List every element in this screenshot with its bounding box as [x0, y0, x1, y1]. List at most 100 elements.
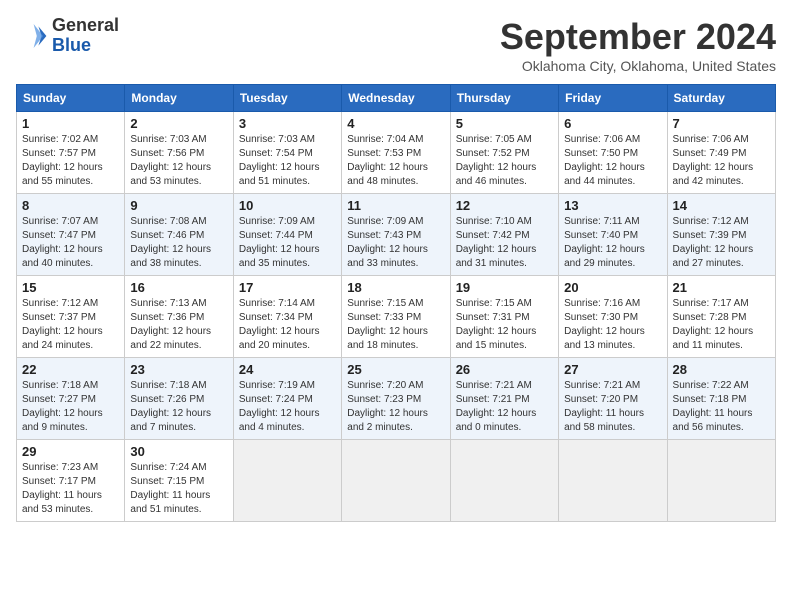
weekday-header-monday: Monday	[125, 85, 233, 112]
calendar-cell: 24Sunrise: 7:19 AM Sunset: 7:24 PM Dayli…	[233, 358, 341, 440]
title-block: September 2024 Oklahoma City, Oklahoma, …	[500, 16, 776, 74]
day-number: 6	[564, 116, 661, 131]
calendar-cell: 27 Sunrise: 7:21 AM Sunset: 7:20 PM Dayli…	[559, 358, 667, 440]
calendar-cell: 23 Sunrise: 7:18 AM Sunset: 7:26 PM Dayli…	[125, 358, 233, 440]
day-info: Sunrise: 7:24 AM Sunset: 7:15 PM Dayligh…	[130, 461, 227, 517]
calendar-cell: 10 Sunrise: 7:09 AM Sunset: 7:44 PM Dayli…	[233, 194, 341, 276]
calendar-cell: 22Sunrise: 7:18 AM Sunset: 7:27 PM Dayli…	[17, 358, 125, 440]
calendar-week-1: 1 Sunrise: 7:02 AM Sunset: 7:57 PM Daylig…	[17, 112, 776, 194]
day-info: Sunrise: 7:08 AM Sunset: 7:46 PM Dayligh…	[130, 215, 227, 271]
day-number: 19	[456, 280, 553, 295]
day-number: 1	[22, 116, 119, 131]
day-info: Sunrise: 7:13 AM Sunset: 7:36 PM Dayligh…	[130, 297, 227, 353]
calendar-cell: 8Sunrise: 7:07 AM Sunset: 7:47 PM Daylig…	[17, 194, 125, 276]
calendar-cell: 1 Sunrise: 7:02 AM Sunset: 7:57 PM Daylig…	[17, 112, 125, 194]
calendar-cell	[342, 440, 450, 522]
calendar-week-4: 22Sunrise: 7:18 AM Sunset: 7:27 PM Dayli…	[17, 358, 776, 440]
calendar-cell: 21 Sunrise: 7:17 AM Sunset: 7:28 PM Dayli…	[667, 276, 775, 358]
day-info: Sunrise: 7:09 AM Sunset: 7:43 PM Dayligh…	[347, 215, 444, 271]
day-info: Sunrise: 7:02 AM Sunset: 7:57 PM Dayligh…	[22, 133, 119, 189]
day-info: Sunrise: 7:09 AM Sunset: 7:44 PM Dayligh…	[239, 215, 336, 271]
calendar-cell: 26 Sunrise: 7:21 AM Sunset: 7:21 PM Dayli…	[450, 358, 558, 440]
day-info: Sunrise: 7:07 AM Sunset: 7:47 PM Dayligh…	[22, 215, 119, 271]
day-number: 4	[347, 116, 444, 131]
day-number: 13	[564, 198, 661, 213]
day-info: Sunrise: 7:17 AM Sunset: 7:28 PM Dayligh…	[673, 297, 770, 353]
day-info: Sunrise: 7:12 AM Sunset: 7:39 PM Dayligh…	[673, 215, 770, 271]
calendar-cell: 14 Sunrise: 7:12 AM Sunset: 7:39 PM Dayli…	[667, 194, 775, 276]
day-number: 7	[673, 116, 770, 131]
weekday-header-saturday: Saturday	[667, 85, 775, 112]
weekday-header-thursday: Thursday	[450, 85, 558, 112]
day-number: 23	[130, 362, 227, 377]
day-number: 28	[673, 362, 770, 377]
day-info: Sunrise: 7:18 AM Sunset: 7:26 PM Dayligh…	[130, 379, 227, 435]
calendar-cell: 18 Sunrise: 7:15 AM Sunset: 7:33 PM Dayli…	[342, 276, 450, 358]
calendar-cell	[233, 440, 341, 522]
day-info: Sunrise: 7:21 AM Sunset: 7:20 PM Dayligh…	[564, 379, 661, 435]
day-info: Sunrise: 7:20 AM Sunset: 7:23 PM Dayligh…	[347, 379, 444, 435]
day-number: 5	[456, 116, 553, 131]
calendar-cell: 9 Sunrise: 7:08 AM Sunset: 7:46 PM Daylig…	[125, 194, 233, 276]
logo-text: General Blue	[52, 16, 119, 56]
day-number: 18	[347, 280, 444, 295]
day-info: Sunrise: 7:10 AM Sunset: 7:42 PM Dayligh…	[456, 215, 553, 271]
calendar-cell: 11 Sunrise: 7:09 AM Sunset: 7:43 PM Dayli…	[342, 194, 450, 276]
day-number: 9	[130, 198, 227, 213]
day-info: Sunrise: 7:21 AM Sunset: 7:21 PM Dayligh…	[456, 379, 553, 435]
calendar-cell: 13 Sunrise: 7:11 AM Sunset: 7:40 PM Dayli…	[559, 194, 667, 276]
day-number: 24	[239, 362, 336, 377]
calendar-cell: 15Sunrise: 7:12 AM Sunset: 7:37 PM Dayli…	[17, 276, 125, 358]
day-number: 22	[22, 362, 119, 377]
page-header: General Blue September 2024 Oklahoma Cit…	[16, 16, 776, 74]
day-info: Sunrise: 7:22 AM Sunset: 7:18 PM Dayligh…	[673, 379, 770, 435]
logo-icon	[16, 20, 48, 52]
day-info: Sunrise: 7:12 AM Sunset: 7:37 PM Dayligh…	[22, 297, 119, 353]
location: Oklahoma City, Oklahoma, United States	[500, 58, 776, 74]
day-info: Sunrise: 7:15 AM Sunset: 7:33 PM Dayligh…	[347, 297, 444, 353]
day-info: Sunrise: 7:23 AM Sunset: 7:17 PM Dayligh…	[22, 461, 119, 517]
day-number: 25	[347, 362, 444, 377]
day-info: Sunrise: 7:16 AM Sunset: 7:30 PM Dayligh…	[564, 297, 661, 353]
calendar-cell: 16 Sunrise: 7:13 AM Sunset: 7:36 PM Dayli…	[125, 276, 233, 358]
calendar-cell: 6 Sunrise: 7:06 AM Sunset: 7:50 PM Daylig…	[559, 112, 667, 194]
day-number: 10	[239, 198, 336, 213]
day-info: Sunrise: 7:05 AM Sunset: 7:52 PM Dayligh…	[456, 133, 553, 189]
calendar-cell	[450, 440, 558, 522]
day-number: 14	[673, 198, 770, 213]
day-number: 27	[564, 362, 661, 377]
calendar-cell: 12 Sunrise: 7:10 AM Sunset: 7:42 PM Dayli…	[450, 194, 558, 276]
day-number: 21	[673, 280, 770, 295]
logo: General Blue	[16, 16, 119, 56]
day-number: 11	[347, 198, 444, 213]
day-info: Sunrise: 7:11 AM Sunset: 7:40 PM Dayligh…	[564, 215, 661, 271]
weekday-header-sunday: Sunday	[17, 85, 125, 112]
day-info: Sunrise: 7:03 AM Sunset: 7:54 PM Dayligh…	[239, 133, 336, 189]
day-number: 20	[564, 280, 661, 295]
day-number: 26	[456, 362, 553, 377]
day-info: Sunrise: 7:06 AM Sunset: 7:50 PM Dayligh…	[564, 133, 661, 189]
calendar-cell: 7 Sunrise: 7:06 AM Sunset: 7:49 PM Daylig…	[667, 112, 775, 194]
calendar-cell: 2Sunrise: 7:03 AM Sunset: 7:56 PM Daylig…	[125, 112, 233, 194]
calendar-week-3: 15Sunrise: 7:12 AM Sunset: 7:37 PM Dayli…	[17, 276, 776, 358]
weekday-header-wednesday: Wednesday	[342, 85, 450, 112]
calendar-cell: 25 Sunrise: 7:20 AM Sunset: 7:23 PM Dayli…	[342, 358, 450, 440]
calendar-table: SundayMondayTuesdayWednesdayThursdayFrid…	[16, 84, 776, 522]
calendar-cell	[667, 440, 775, 522]
day-number: 29	[22, 444, 119, 459]
calendar-cell: 29 Sunrise: 7:23 AM Sunset: 7:17 PM Dayli…	[17, 440, 125, 522]
day-number: 2	[130, 116, 227, 131]
calendar-cell: 5 Sunrise: 7:05 AM Sunset: 7:52 PM Daylig…	[450, 112, 558, 194]
day-number: 16	[130, 280, 227, 295]
calendar-cell: 20 Sunrise: 7:16 AM Sunset: 7:30 PM Dayli…	[559, 276, 667, 358]
calendar-cell: 19Sunrise: 7:15 AM Sunset: 7:31 PM Dayli…	[450, 276, 558, 358]
calendar-week-2: 8Sunrise: 7:07 AM Sunset: 7:47 PM Daylig…	[17, 194, 776, 276]
day-info: Sunrise: 7:06 AM Sunset: 7:49 PM Dayligh…	[673, 133, 770, 189]
day-number: 3	[239, 116, 336, 131]
day-number: 17	[239, 280, 336, 295]
weekday-header-friday: Friday	[559, 85, 667, 112]
day-number: 12	[456, 198, 553, 213]
weekday-header-row: SundayMondayTuesdayWednesdayThursdayFrid…	[17, 85, 776, 112]
weekday-header-tuesday: Tuesday	[233, 85, 341, 112]
calendar-cell	[559, 440, 667, 522]
